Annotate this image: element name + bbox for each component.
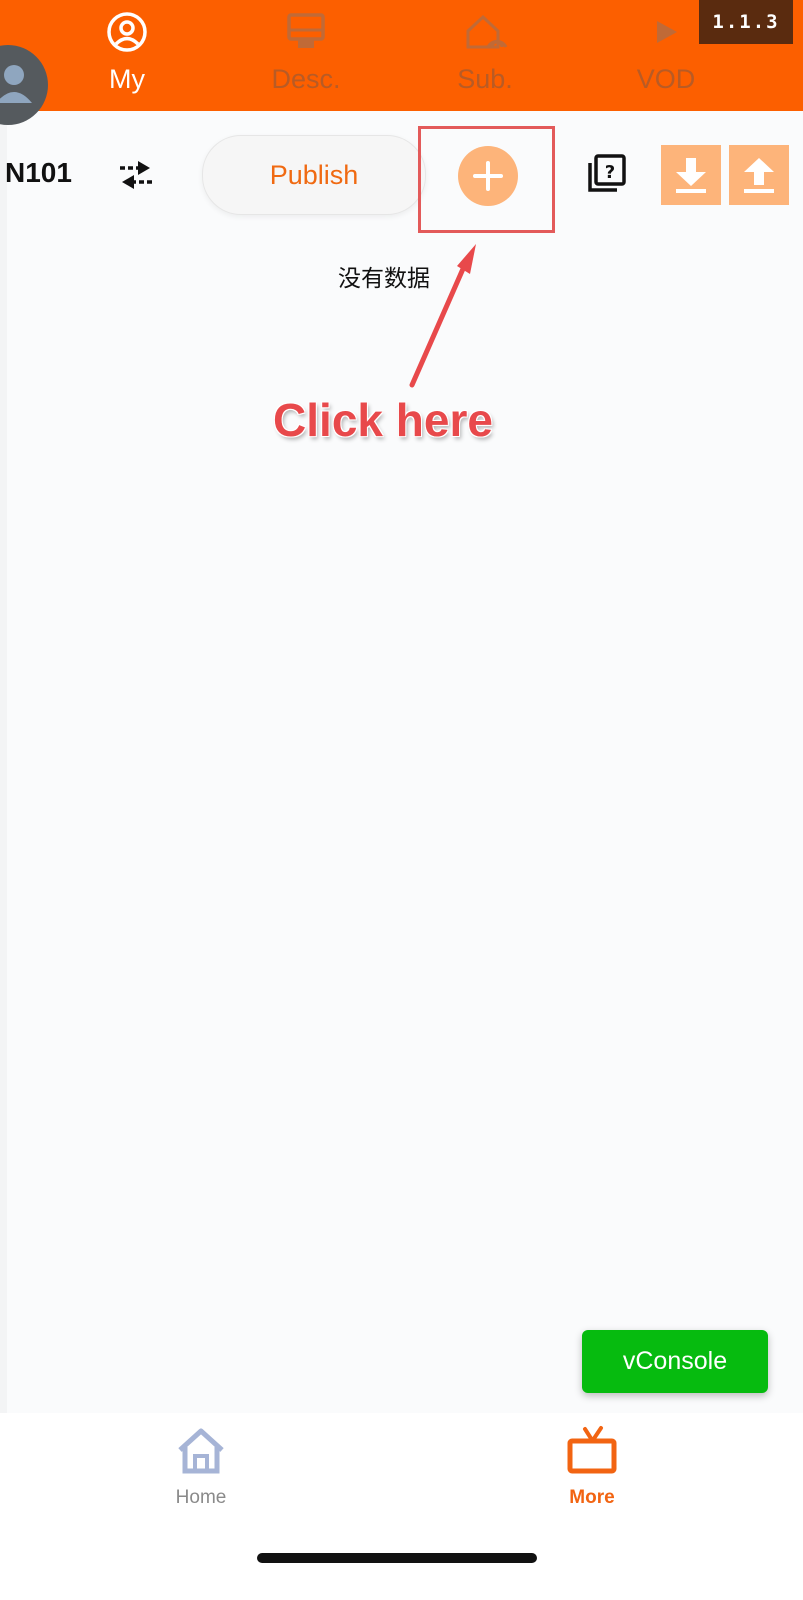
home-signal-icon (466, 14, 508, 49)
empty-state-text: 没有数据 (338, 265, 430, 291)
play-icon (657, 21, 677, 43)
tab-sub[interactable]: Sub. (405, 0, 565, 111)
vconsole-button[interactable]: vConsole (582, 1330, 768, 1393)
tab-my[interactable]: My (47, 0, 207, 111)
user-circle-icon (107, 12, 147, 52)
annotation-label: Click here (273, 394, 493, 446)
help-stack-icon[interactable]: ? (585, 153, 627, 195)
tab-desc[interactable]: Desc. (226, 0, 386, 111)
app-screen: My Desc. Sub. VOD 1.1.3 N101 Publish ? 没… (0, 0, 803, 1600)
home-indicator (257, 1553, 537, 1563)
version-badge: 1.1.3 (699, 0, 793, 44)
bottom-tab-more[interactable]: More (512, 1413, 672, 1523)
bottom-tab-home[interactable]: Home (121, 1413, 281, 1523)
download-icon (676, 158, 706, 193)
device-name: N101 (5, 157, 72, 188)
publish-button[interactable]: Publish (202, 135, 426, 215)
bottom-nav-bar: Home More (0, 1413, 803, 1600)
swap-arrows-icon[interactable] (116, 158, 156, 192)
house-icon (178, 1428, 224, 1474)
bottom-tab-home-label: Home (175, 1487, 227, 1508)
plus-icon (473, 161, 503, 191)
bottom-tab-more-label: More (569, 1487, 615, 1508)
add-button[interactable] (458, 146, 518, 206)
download-button[interactable] (661, 145, 721, 205)
tab-desc-label: Desc. (271, 64, 341, 94)
tv-icon (567, 1426, 617, 1474)
tab-sub-label: Sub. (457, 64, 513, 94)
svg-text:?: ? (605, 162, 615, 183)
top-nav-bar: My Desc. Sub. VOD 1.1.3 (0, 0, 803, 111)
tab-vod-label: VOD (636, 64, 696, 94)
monitor-icon (287, 13, 325, 48)
upload-button[interactable] (729, 145, 789, 205)
upload-icon (744, 158, 774, 193)
left-edge-shade (0, 0, 7, 1600)
tab-my-label: My (109, 64, 145, 94)
